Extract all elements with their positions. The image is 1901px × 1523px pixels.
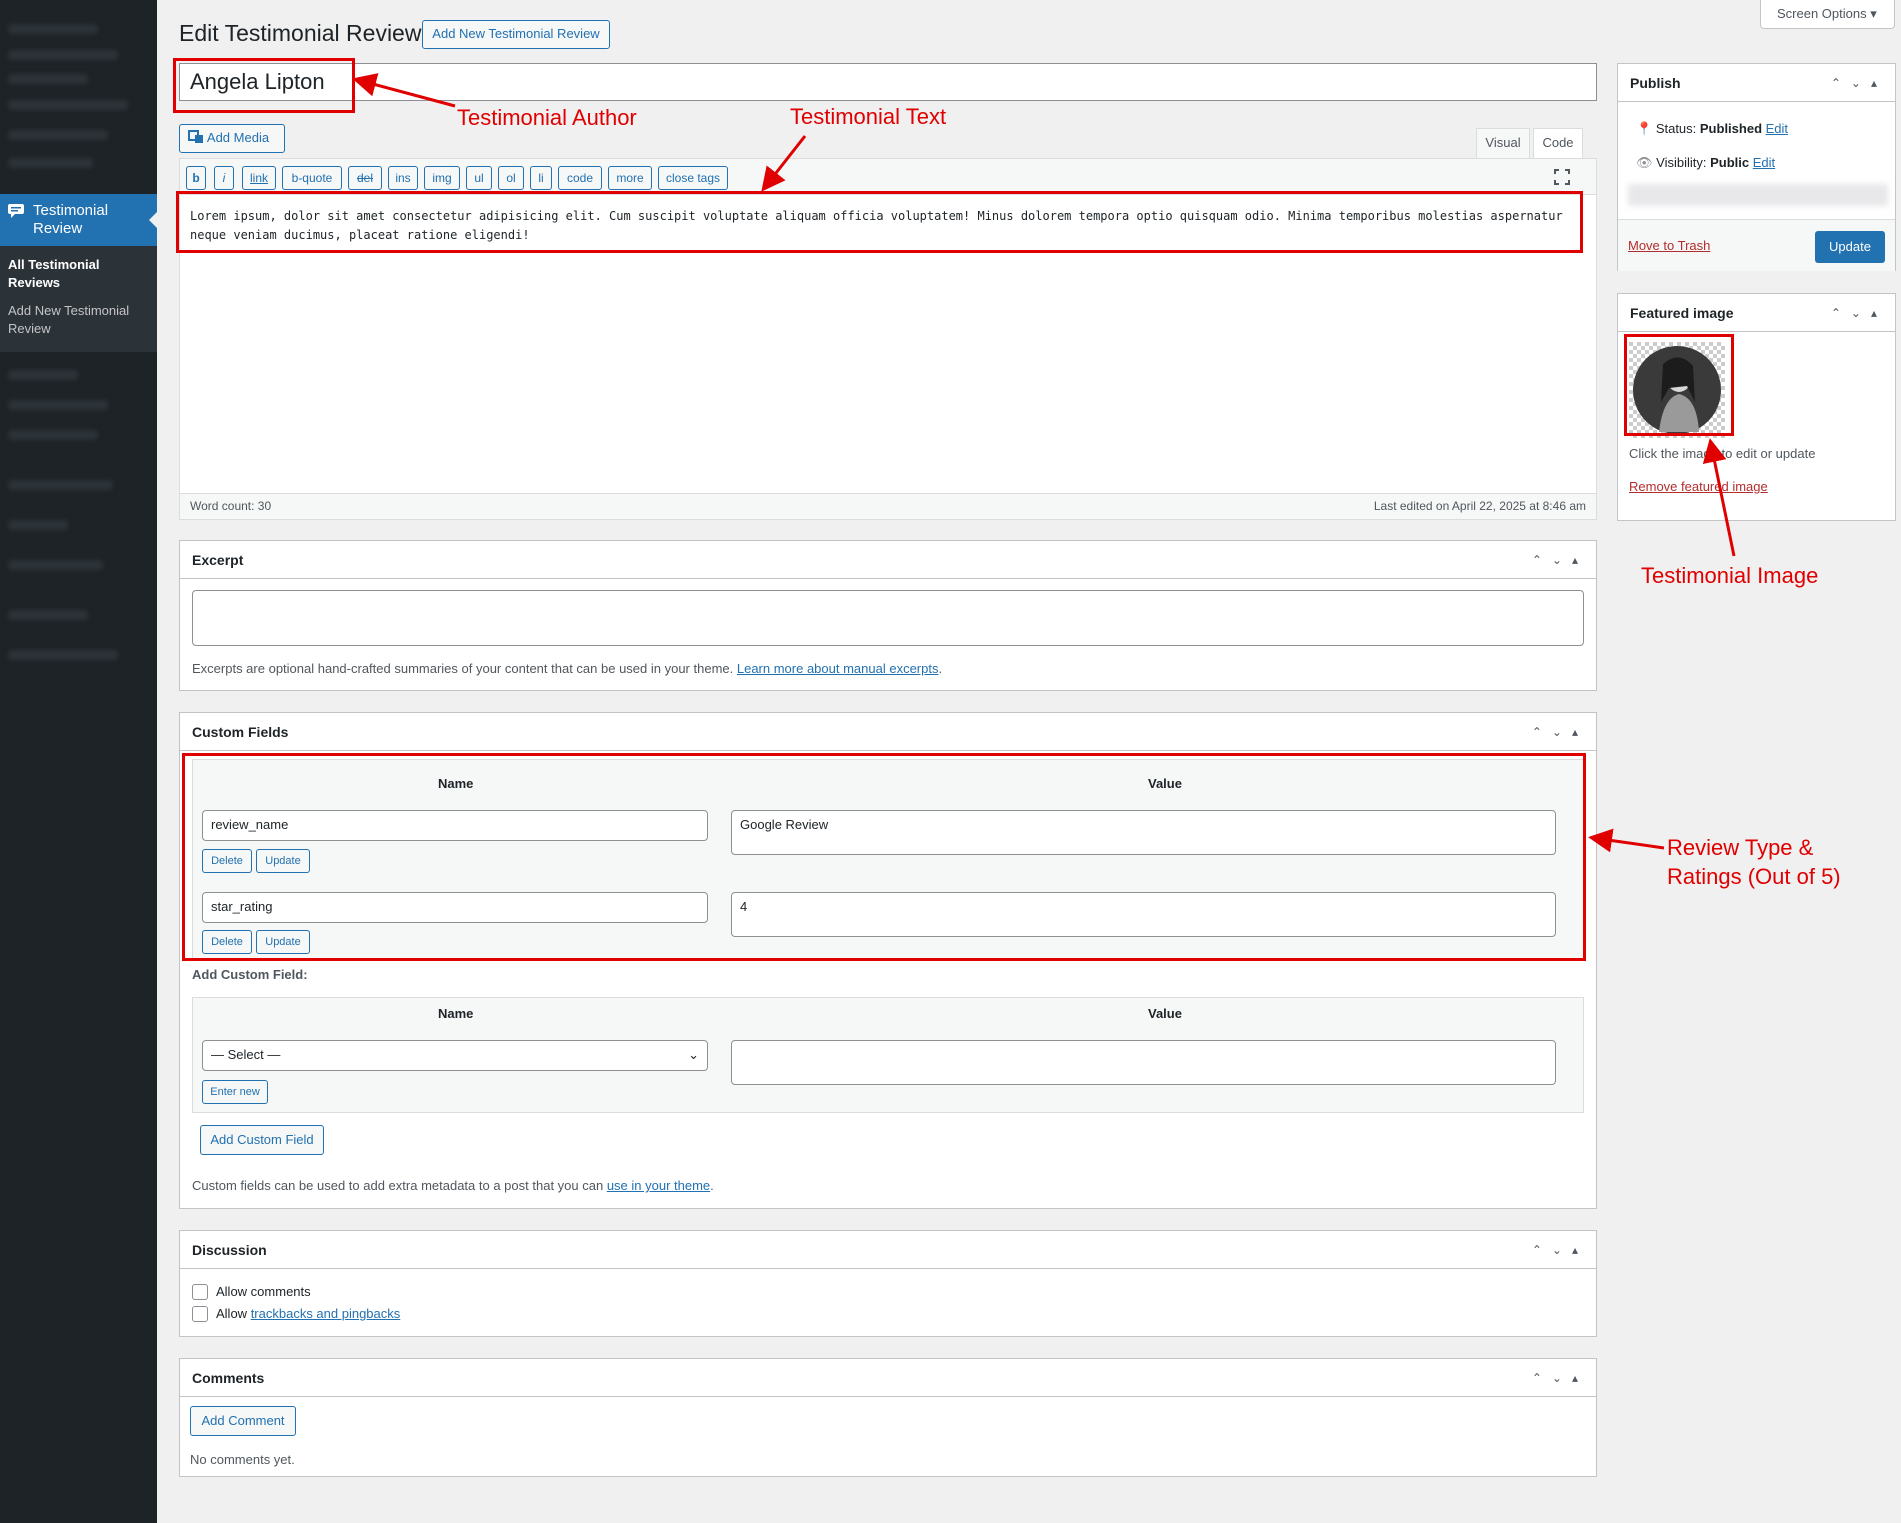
arrow-image	[1702, 438, 1736, 557]
annotation-arrows	[352, 73, 1736, 853]
arrow-text	[761, 135, 807, 192]
arrow-author	[352, 73, 456, 108]
arrow-fields	[1588, 828, 1665, 853]
